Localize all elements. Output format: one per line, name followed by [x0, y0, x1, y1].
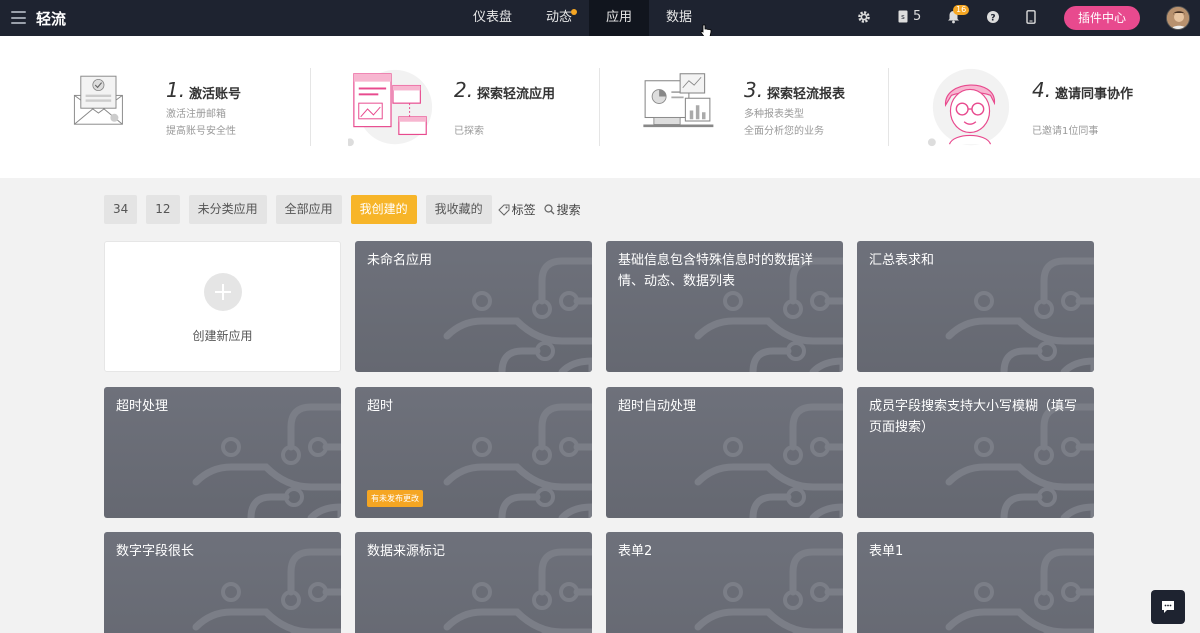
nav-activity[interactable]: 动态: [529, 0, 589, 36]
colleague-avatar-icon: [927, 68, 1010, 147]
step-number: 3.: [744, 78, 764, 102]
device-count-value: 5: [913, 9, 922, 24]
svg-text:s: s: [901, 13, 905, 21]
step-title: 探索轻流报表: [767, 87, 846, 102]
step-title: 激活账号: [189, 87, 242, 102]
user-avatar[interactable]: [1166, 6, 1190, 30]
step-desc: 全面分析您的业务: [744, 126, 824, 137]
chat-icon: [1162, 601, 1174, 613]
nav-label: 动态: [546, 10, 573, 25]
tag-icon: [497, 204, 510, 216]
app-title: 汇总表求和: [869, 253, 935, 268]
mobile-icon[interactable]: [1026, 10, 1036, 24]
app-card[interactable]: 成员字段搜索支持大小写模糊（填写页面搜索）: [857, 387, 1094, 518]
create-app-label: 创建新应用: [192, 329, 253, 343]
step-desc: 已邀请1位同事: [1032, 126, 1099, 137]
app-explore-icon: [348, 69, 433, 147]
avatar-icon: [1167, 7, 1189, 29]
tag-filter-button[interactable]: 标签: [497, 195, 536, 224]
app-card[interactable]: 超时 有未发布更改: [355, 387, 592, 518]
step-explore-reports[interactable]: 3. 探索轻流报表 多种报表类型 全面分析您的业务: [640, 36, 930, 178]
plus-icon: [204, 273, 242, 311]
main-nav: 仪表盘 动态 应用 数据: [456, 0, 709, 36]
app-title: 成员字段搜索支持大小写模糊（填写页面搜索）: [869, 399, 1078, 435]
app-title: 超时: [367, 399, 394, 414]
search-icon: [544, 204, 555, 215]
step-number: 4.: [1032, 78, 1052, 102]
app-card[interactable]: 未命名应用: [355, 241, 592, 372]
device-count[interactable]: s 5: [898, 9, 921, 24]
app-title: 基础信息包含特殊信息时的数据详情、动态、数据列表: [618, 253, 814, 289]
onboarding-panel: 1. 激活账号 激活注册邮箱 提高账号安全性 2. 探索轻流应用 已探索 3. …: [0, 36, 1200, 178]
step-desc: 已探索: [454, 126, 484, 137]
app-title: 未命名应用: [367, 253, 433, 268]
app-card[interactable]: 表单2: [606, 532, 843, 633]
nav-label: 数据: [666, 10, 693, 25]
app-card[interactable]: 汇总表求和: [857, 241, 1094, 372]
app-card[interactable]: 超时自动处理: [606, 387, 843, 518]
svg-text:?: ?: [990, 14, 995, 24]
tag-label: 标签: [511, 202, 536, 217]
filter-tab[interactable]: 34: [104, 195, 138, 224]
nav-dashboard[interactable]: 仪表盘: [456, 0, 529, 36]
search-button[interactable]: 搜索: [544, 195, 581, 224]
report-icon: [643, 73, 714, 128]
filter-bar: 34 12 未分类应用 全部应用 我创建的 我收藏的 标签 搜索: [104, 195, 581, 225]
app-card[interactable]: 数字字段很长: [104, 532, 341, 633]
help-icon[interactable]: ?: [986, 10, 1000, 24]
step-invite-colleagues[interactable]: 4. 邀请同事协作 已邀请1位同事: [926, 36, 1200, 178]
app-title: 数字字段很长: [116, 544, 195, 559]
device-icon: s: [898, 10, 908, 23]
step-activate-account[interactable]: 1. 激活账号 激活注册邮箱 提高账号安全性: [68, 36, 358, 178]
step-desc: 激活注册邮箱: [166, 109, 226, 120]
search-label: 搜索: [556, 202, 581, 217]
menu-icon[interactable]: [11, 11, 26, 24]
gear-icon[interactable]: [857, 10, 871, 24]
step-divider: [599, 68, 600, 146]
nav-label: 应用: [606, 10, 633, 25]
chat-support-button[interactable]: [1151, 590, 1185, 624]
step-desc: 多种报表类型: [744, 109, 804, 120]
app-title: 数据来源标记: [367, 544, 446, 559]
filter-tab-created[interactable]: 我创建的: [350, 195, 417, 224]
filter-tab[interactable]: 12: [146, 195, 180, 224]
envelope-icon: [73, 75, 123, 125]
unpublished-changes-badge: 有未发布更改: [367, 490, 423, 507]
unread-dot: [571, 9, 578, 15]
notification-badge: 16: [953, 5, 970, 15]
app-card[interactable]: 基础信息包含特殊信息时的数据详情、动态、数据列表: [606, 241, 843, 372]
filter-tab-favorites[interactable]: 我收藏的: [425, 195, 492, 224]
step-divider: [310, 68, 311, 146]
app-title: 表单2: [618, 544, 653, 559]
app-title: 表单1: [869, 544, 904, 559]
brand-logo[interactable]: 轻流: [36, 8, 66, 29]
app-title: 超时自动处理: [618, 399, 697, 414]
app-title: 超时处理: [116, 399, 169, 414]
step-explore-apps[interactable]: 2. 探索轻流应用 已探索: [348, 36, 640, 178]
step-number: 1.: [166, 78, 186, 102]
create-app-card[interactable]: 创建新应用: [104, 241, 341, 372]
step-title: 探索轻流应用: [477, 87, 556, 102]
plugin-center-button[interactable]: 插件中心: [1064, 6, 1140, 30]
step-number: 2.: [454, 78, 474, 102]
filter-tab-uncategorized[interactable]: 未分类应用: [188, 195, 267, 224]
step-title: 邀请同事协作: [1055, 87, 1134, 102]
app-card[interactable]: 超时处理: [104, 387, 341, 518]
filter-tab-all[interactable]: 全部应用: [275, 195, 342, 224]
nav-label: 仪表盘: [473, 10, 513, 25]
app-card[interactable]: 表单1: [857, 532, 1094, 633]
nav-apps[interactable]: 应用: [589, 0, 650, 36]
step-divider: [888, 68, 889, 146]
app-card[interactable]: 数据来源标记: [355, 532, 592, 633]
step-desc: 提高账号安全性: [166, 126, 236, 137]
top-bar: 轻流 仪表盘 动态 应用 数据 s 5 16 ? 插件中心: [0, 0, 1200, 37]
